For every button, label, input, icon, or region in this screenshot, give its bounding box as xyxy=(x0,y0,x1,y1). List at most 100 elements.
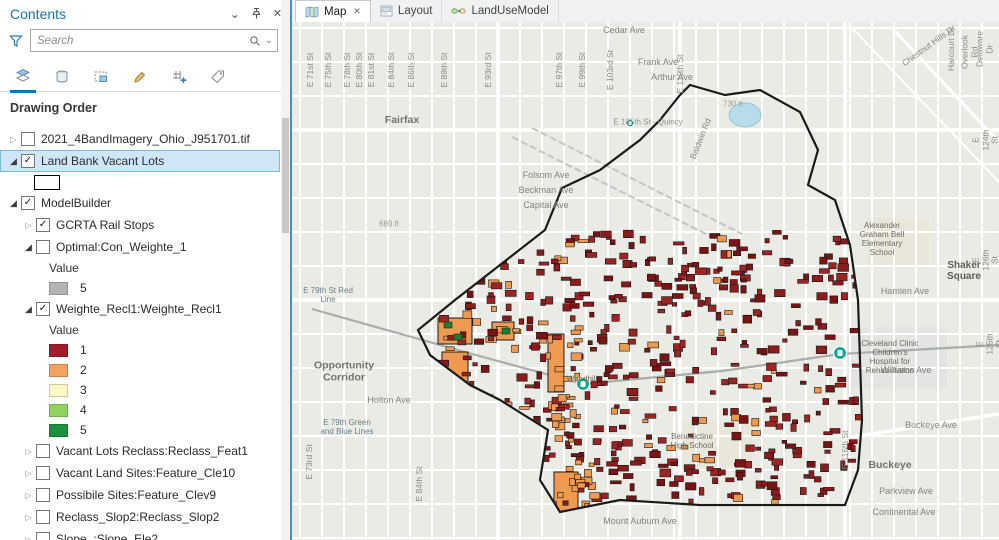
layer-tree: ▷2021_4BandImagery_Ohio_J951701.tif◢✓Lan… xyxy=(0,128,280,540)
layer-checkbox[interactable]: ✓ xyxy=(36,302,50,316)
layer-checkbox[interactable] xyxy=(36,466,50,480)
layout-view-icon xyxy=(380,5,393,17)
legend-value-label: 4 xyxy=(80,403,87,417)
layer-label: 2021_4BandImagery_Ohio_J951701.tif xyxy=(41,132,250,146)
model-view-icon xyxy=(451,5,466,17)
chevron-down-icon[interactable]: ⌄ xyxy=(230,7,240,21)
layer-label: Slope_:Slope_Ele2 xyxy=(56,532,158,540)
tab-landusemodel[interactable]: LandUseModel xyxy=(442,0,558,22)
legend-swatch xyxy=(49,344,68,357)
map-view[interactable]: Cedar AveFrank AveArthur AveE 105th St -… xyxy=(292,22,999,540)
value-header-row: Value xyxy=(0,258,280,278)
arcgis-pro-window: Contents ⌄ ✕ ⌄ xyxy=(0,0,999,540)
search-dropdown-icon[interactable]: ⌄ xyxy=(265,35,273,46)
expander-collapsed-icon[interactable]: ▷ xyxy=(6,135,21,144)
symbol-row xyxy=(0,172,280,192)
legend-swatch xyxy=(49,282,68,295)
expander-collapsed-icon[interactable]: ▷ xyxy=(21,491,36,500)
expander-expanded-icon[interactable]: ◢ xyxy=(6,156,21,167)
layer-checkbox[interactable] xyxy=(36,444,50,458)
contents-toolbar xyxy=(0,56,290,92)
list-by-labeling-icon[interactable] xyxy=(205,63,231,91)
legend-row: 3 xyxy=(0,380,280,400)
layer-checkbox[interactable]: ✓ xyxy=(21,196,35,210)
layer-checkbox[interactable] xyxy=(36,532,50,540)
tab-map[interactable]: Map ✕ xyxy=(295,0,371,22)
layer-label: Possibile Sites:Feature_Clev9 xyxy=(56,488,216,502)
layer-checkbox[interactable] xyxy=(36,240,50,254)
layer-checkbox[interactable]: ✓ xyxy=(36,218,50,232)
legend-field-label: Value xyxy=(49,323,79,337)
search-box[interactable]: ⌄ xyxy=(30,29,278,52)
legend-swatch xyxy=(49,424,68,437)
expander-collapsed-icon[interactable]: ▷ xyxy=(21,221,36,230)
list-by-drawing-order-icon[interactable] xyxy=(10,62,36,93)
map-stage: Map ✕ Layout LandUseModel xyxy=(292,0,999,540)
layer-row[interactable]: ▷ Possibile Sites:Feature_Clev9 xyxy=(0,484,280,506)
search-icon[interactable] xyxy=(249,35,261,47)
layer-row[interactable]: ▷ Vacant Lots Reclass:Reclass_Feat1 xyxy=(0,440,280,462)
legend-value-label: 2 xyxy=(80,363,87,377)
value-header-row: Value xyxy=(0,320,280,340)
layer-label: Weighte_Recl1:Weighte_Recl1 xyxy=(56,302,222,316)
search-row: ⌄ xyxy=(0,27,290,56)
view-tabbar: Map ✕ Layout LandUseModel xyxy=(292,0,999,23)
legend-swatch xyxy=(49,384,68,397)
legend-row: 1 xyxy=(0,340,280,360)
close-tab-icon[interactable]: ✕ xyxy=(353,6,361,17)
layer-row[interactable]: ◢✓ ModelBuilder xyxy=(0,192,280,214)
tab-layout-label: Layout xyxy=(398,5,433,17)
layer-label: GCRTA Rail Stops xyxy=(56,218,154,232)
expander-expanded-icon[interactable]: ◢ xyxy=(21,304,36,315)
legend-field-label: Value xyxy=(49,261,79,275)
expander-collapsed-icon[interactable]: ▷ xyxy=(21,513,36,522)
layer-symbol-swatch[interactable] xyxy=(34,175,60,190)
list-by-selection-icon[interactable] xyxy=(88,63,114,91)
expander-expanded-icon[interactable]: ◢ xyxy=(6,198,21,209)
legend-row: 5 xyxy=(0,420,280,440)
layer-label: Vacant Land Sites:Feature_Cle10 xyxy=(56,466,235,480)
layer-label: Optimal:Con_Weighte_1 xyxy=(56,240,187,254)
legend-value-label: 1 xyxy=(80,343,87,357)
legend-value-label: 5 xyxy=(80,423,87,437)
legend-swatch xyxy=(49,404,68,417)
list-by-editing-icon[interactable] xyxy=(127,63,153,91)
tab-layout[interactable]: Layout xyxy=(371,0,443,22)
legend-row: 5 xyxy=(0,278,280,298)
contents-pane: Contents ⌄ ✕ ⌄ xyxy=(0,0,292,540)
layer-checkbox[interactable] xyxy=(36,510,50,524)
map-view-icon xyxy=(305,6,319,18)
layer-row[interactable]: ▷ Vacant Land Sites:Feature_Cle10 xyxy=(0,462,280,484)
layer-label: Land Bank Vacant Lots xyxy=(41,154,164,168)
layer-row[interactable]: ▷Reclass_Slop2:Reclass_Slop2 xyxy=(0,506,280,528)
expander-collapsed-icon[interactable]: ▷ xyxy=(21,469,36,478)
expander-collapsed-icon[interactable]: ▷ xyxy=(21,447,36,456)
pin-icon[interactable] xyxy=(250,7,263,20)
contents-scrollbar[interactable] xyxy=(281,0,290,540)
layer-checkbox[interactable] xyxy=(36,488,50,502)
tab-map-label: Map xyxy=(324,6,346,18)
expander-collapsed-icon[interactable]: ▷ xyxy=(21,535,36,540)
layer-checkbox[interactable] xyxy=(21,132,35,146)
layer-row[interactable]: ▷ Slope_:Slope_Ele2 xyxy=(0,528,280,540)
filter-icon[interactable] xyxy=(8,33,24,49)
layer-label: Vacant Lots Reclass:Reclass_Feat1 xyxy=(56,444,248,458)
pane-header: Contents ⌄ ✕ xyxy=(0,0,290,27)
layer-row[interactable]: ◢✓ Weighte_Recl1:Weighte_Recl1 xyxy=(0,298,280,320)
legend-row: 2 xyxy=(0,360,280,380)
list-by-data-source-icon[interactable] xyxy=(49,63,75,91)
pane-title: Contents xyxy=(10,6,230,22)
drawing-order-heading: Drawing Order xyxy=(0,92,290,121)
search-input[interactable] xyxy=(31,35,249,47)
layer-row[interactable]: ▷ 2021_4BandImagery_Ohio_J951701.tif xyxy=(0,128,280,150)
list-by-snapping-icon[interactable] xyxy=(166,63,192,91)
legend-value-label: 3 xyxy=(80,383,87,397)
layer-checkbox[interactable]: ✓ xyxy=(21,154,35,168)
expander-expanded-icon[interactable]: ◢ xyxy=(21,242,36,253)
layer-row[interactable]: ◢✓ Land Bank Vacant Lots xyxy=(0,150,280,172)
layer-row[interactable]: ▷✓ GCRTA Rail Stops xyxy=(0,214,280,236)
basemap xyxy=(292,22,999,540)
scrollbar-thumb[interactable] xyxy=(282,118,289,233)
layer-label: ModelBuilder xyxy=(41,196,111,210)
layer-row[interactable]: ◢ Optimal:Con_Weighte_1 xyxy=(0,236,280,258)
